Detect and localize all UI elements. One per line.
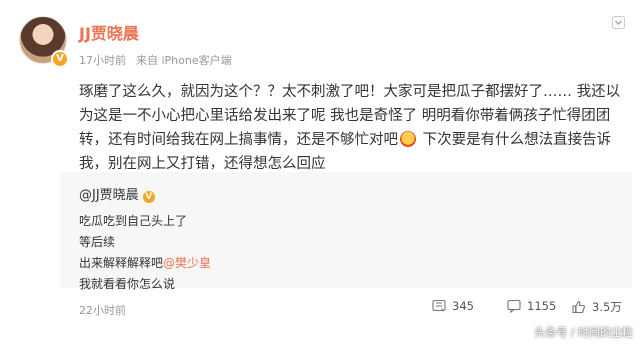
repost-author-link[interactable]: @JJ贾晓晨 <box>79 188 139 203</box>
verified-badge-icon: V <box>51 50 69 68</box>
thumbs-up-icon <box>572 300 585 314</box>
post-source: 来自 iPhone客户端 <box>136 54 232 67</box>
reposted-content[interactable]: @JJ贾晓晨 V 吃瓜吃到自己头上了 等后续 出来解释解释吧@樊少皇 我就看看你怎… <box>60 172 632 291</box>
comment-icon <box>507 299 521 313</box>
repost-icon <box>432 299 446 312</box>
repost-line-3: 出来解释解释吧@樊少皇 <box>79 254 211 271</box>
repost-line-3-text: 出来解释解释吧 <box>79 256 164 270</box>
post-meta: 17小时前 来自 iPhone客户端 <box>79 52 242 68</box>
like-count: 3.5万 <box>592 300 622 314</box>
repost-time: 22小时前 <box>79 304 126 317</box>
repost-badge-icon: V <box>142 191 155 203</box>
repost-line-2: 等后续 <box>79 235 116 249</box>
comment-action-button[interactable]: 1155 <box>507 299 556 313</box>
post-text: 琢磨了这么久，就因为这个？？太不刺激了吧！大家可是把瓜子都摆好了…… 我还以为这… <box>79 80 631 176</box>
watermark: 头条号 / 时间的尘粒 <box>534 326 633 339</box>
post-footer: 22小时前 345 1155 3.5万 头条号 / 时间的尘粒 <box>0 292 641 350</box>
repost-line-1: 吃瓜吃到自己头上了 <box>79 214 188 228</box>
post-username[interactable]: JJ贾晓晨 <box>79 20 139 44</box>
repost-line-4: 我就看看你怎么说 <box>79 277 176 291</box>
post-time: 17小时前 <box>79 54 126 67</box>
angry-emoji-icon <box>400 131 416 147</box>
mention-link[interactable]: @樊少皇 <box>163 256 211 270</box>
repost-count: 345 <box>452 299 474 313</box>
chevron-down-icon[interactable] <box>612 16 625 29</box>
comment-count: 1155 <box>527 299 557 313</box>
repost-action-button[interactable]: 345 <box>432 299 474 313</box>
like-action-button[interactable]: 3.5万 <box>572 299 622 315</box>
repost-author: @JJ贾晓晨 V <box>79 184 155 203</box>
